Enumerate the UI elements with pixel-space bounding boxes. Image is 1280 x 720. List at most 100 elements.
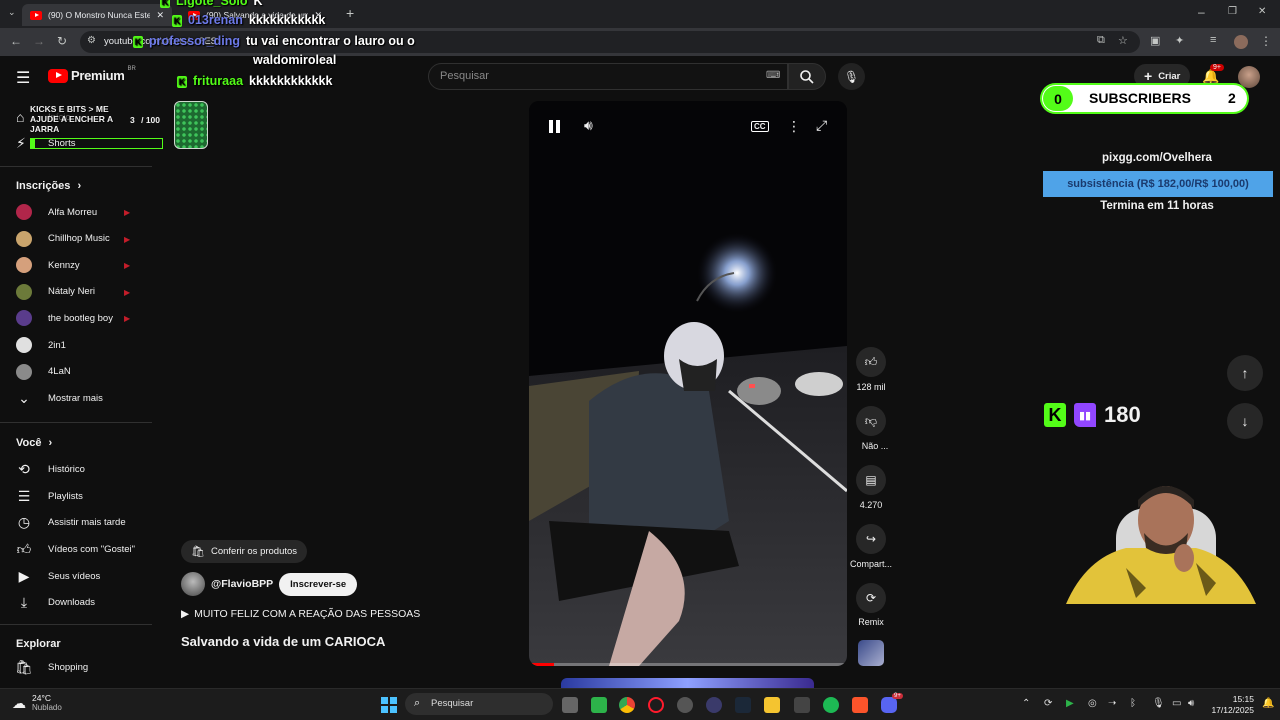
volume-icon[interactable]: 🔊︎ xyxy=(584,117,593,134)
sync-icon[interactable]: ⟳ xyxy=(1044,698,1052,709)
show-more-button[interactable]: ⌄ Mostrar mais xyxy=(0,385,150,411)
clock-icon: ◷ xyxy=(17,513,31,530)
file-explorer-icon[interactable] xyxy=(764,697,780,713)
speaker-icon[interactable]: 🔊︎ xyxy=(1188,698,1194,709)
sound-thumbnail[interactable] xyxy=(858,640,884,666)
notifications-button[interactable]: 🔔 9+ xyxy=(1202,64,1224,85)
app-play-icon[interactable] xyxy=(591,697,607,713)
steam-icon[interactable] xyxy=(735,697,751,713)
sidebar-subscription-item[interactable]: the bootleg boy ▶ xyxy=(0,305,150,331)
tray-play-icon[interactable]: ▶ xyxy=(1066,698,1074,709)
spotify-icon[interactable] xyxy=(823,697,839,713)
channel-avatar[interactable] xyxy=(181,572,205,596)
sidebar-item-watch-later[interactable]: ◷ Assistir mais tarde xyxy=(0,509,150,535)
tray-arrow-icon[interactable]: ➝ xyxy=(1108,698,1116,709)
restore-icon[interactable]: ❐ xyxy=(1228,6,1237,17)
network-icon[interactable]: ▭ xyxy=(1172,698,1181,709)
like-button[interactable]: 👍︎ xyxy=(856,347,886,377)
subscribe-button[interactable]: Inscrever-se xyxy=(279,572,358,596)
tray-app-icon[interactable]: ◎ xyxy=(1088,698,1097,709)
sidebar-item-playlists[interactable]: ☰ Playlists xyxy=(0,483,150,509)
keyboard-icon[interactable]: ⌨ xyxy=(766,70,780,81)
bookmark-star-icon[interactable]: ☆ xyxy=(1118,34,1128,47)
voice-search-button[interactable]: 🎙 xyxy=(838,63,865,90)
sidebar-item-label: 4LaN xyxy=(48,366,71,378)
shorts-video-player[interactable]: 🔊︎ CC ⋮ ⤢ xyxy=(529,101,847,666)
sidebar-subscription-item[interactable]: Kennzy ▶ xyxy=(0,252,150,278)
subscriber-count: 0 xyxy=(1043,86,1073,111)
dislike-button[interactable]: 👎︎ xyxy=(856,406,886,436)
forward-icon[interactable]: → xyxy=(33,34,45,48)
video-progress-bar[interactable] xyxy=(529,663,847,666)
new-tab-icon[interactable]: + xyxy=(346,5,354,21)
previous-short-button[interactable]: ↑ xyxy=(1227,355,1263,391)
tab-list-icon[interactable]: ⌄ xyxy=(8,7,16,18)
sidebar-item-downloads[interactable]: ⤓ Downloads xyxy=(0,589,150,615)
share-button[interactable]: ↪ xyxy=(856,524,886,554)
audio-app-icon[interactable] xyxy=(794,697,810,713)
menu-kebab-icon[interactable]: ⋮ xyxy=(1260,34,1272,48)
close-tab-icon[interactable]: ✕ xyxy=(156,10,164,21)
reload-icon[interactable]: ↻ xyxy=(57,34,67,48)
chrome-icon[interactable] xyxy=(619,697,635,713)
windows-start-icon[interactable] xyxy=(381,697,397,713)
hamburger-menu-icon[interactable]: ☰ xyxy=(16,68,30,88)
sidebar-subscription-item[interactable]: 4LaN xyxy=(0,359,150,385)
captions-icon[interactable]: CC xyxy=(751,121,769,132)
fullscreen-icon[interactable]: ⤢ xyxy=(816,117,827,134)
tray-chevron-icon[interactable]: ⌃ xyxy=(1022,698,1030,709)
sidebar-subscription-item[interactable]: Nátaly Neri ▶ xyxy=(0,279,150,305)
bluetooth-icon[interactable]: ᛒ xyxy=(1130,698,1136,709)
sidebar-item-liked[interactable]: 👍︎ Vídeos com "Gostei" xyxy=(0,536,150,562)
sidebar-item-your-videos[interactable]: ▶ Seus vídeos xyxy=(0,563,150,589)
channel-avatar xyxy=(16,363,32,380)
pix-url: pixgg.com/Ovelhera xyxy=(1102,152,1212,164)
more-options-icon[interactable]: ⋮ xyxy=(787,118,801,135)
pause-button[interactable] xyxy=(549,120,561,133)
notification-center-icon[interactable]: 🔔 xyxy=(1262,698,1274,709)
discord-icon[interactable] xyxy=(881,697,897,713)
site-info-icon[interactable]: ⚙ xyxy=(87,35,96,46)
taskbar-search[interactable]: ⌕ Pesquisar xyxy=(405,693,553,715)
sidebar-subscription-item[interactable]: Chillhop Music ▶ xyxy=(0,226,150,252)
channel-avatar xyxy=(16,283,32,300)
sidebar-subscription-item[interactable]: Alfa Morreu ▶ xyxy=(0,199,150,225)
youtube-logo[interactable]: Premium BR xyxy=(48,66,136,83)
opera-icon[interactable] xyxy=(648,697,664,713)
cloud-icon: ☁ xyxy=(12,694,26,711)
search-input[interactable]: Pesquisar ⌨ xyxy=(428,63,788,90)
channel-name[interactable]: @FlavioBPP xyxy=(211,578,273,590)
weather-widget[interactable]: ☁ 24°C Nublado xyxy=(12,693,62,713)
you-header[interactable]: Você › xyxy=(16,437,52,449)
app-arrow-icon[interactable] xyxy=(706,697,722,713)
sidebar-item-home[interactable]: ⌂ Início xyxy=(0,104,150,130)
extension-icon[interactable]: ▣ xyxy=(1150,34,1160,47)
products-button[interactable]: 🛍︎ Conferir os produtos xyxy=(181,540,308,563)
sidebar-subscription-item[interactable]: 2in1 xyxy=(0,332,150,358)
subscriptions-header[interactable]: Inscrições › xyxy=(16,180,81,192)
puzzle-extensions-icon[interactable]: ✦ xyxy=(1175,34,1184,47)
search-button[interactable] xyxy=(788,63,826,90)
next-short-button[interactable]: ↓ xyxy=(1227,403,1263,439)
brave-icon[interactable] xyxy=(852,697,868,713)
tab-active[interactable]: (90) O Monstro Nunca Esteve n ✕ xyxy=(22,4,172,26)
task-view-icon[interactable] xyxy=(562,697,578,713)
reading-list-icon[interactable]: ≡ xyxy=(1210,34,1216,46)
close-window-icon[interactable]: ✕ xyxy=(1258,6,1266,17)
sidebar-item-shopping[interactable]: 🛍︎ Shopping xyxy=(0,654,150,680)
install-app-icon[interactable]: ⧉ xyxy=(1097,34,1105,47)
microphone-tray-icon[interactable]: 🎙 xyxy=(1152,698,1165,709)
sidebar-item-history[interactable]: ⟲ Histórico xyxy=(0,456,150,482)
account-avatar[interactable] xyxy=(1238,66,1260,88)
sidebar-item-shorts[interactable]: ⚡ Shorts xyxy=(0,130,150,156)
live-indicator-icon: ▶ xyxy=(124,234,131,244)
obs-icon[interactable] xyxy=(677,697,693,713)
back-icon[interactable]: ← xyxy=(10,34,22,48)
comments-button[interactable]: ▤ xyxy=(856,465,886,495)
profile-avatar[interactable] xyxy=(1234,35,1248,49)
chat-username: frituraaa xyxy=(193,74,244,88)
minimize-icon[interactable]: – xyxy=(1198,5,1205,19)
remix-button[interactable]: ⟳ xyxy=(856,583,886,613)
clock[interactable]: 15:15 17/12/2025 xyxy=(1206,694,1254,716)
music-row[interactable]: ▶ MUITO FELIZ COM A REAÇÃO DAS PESSOAS xyxy=(181,608,420,620)
